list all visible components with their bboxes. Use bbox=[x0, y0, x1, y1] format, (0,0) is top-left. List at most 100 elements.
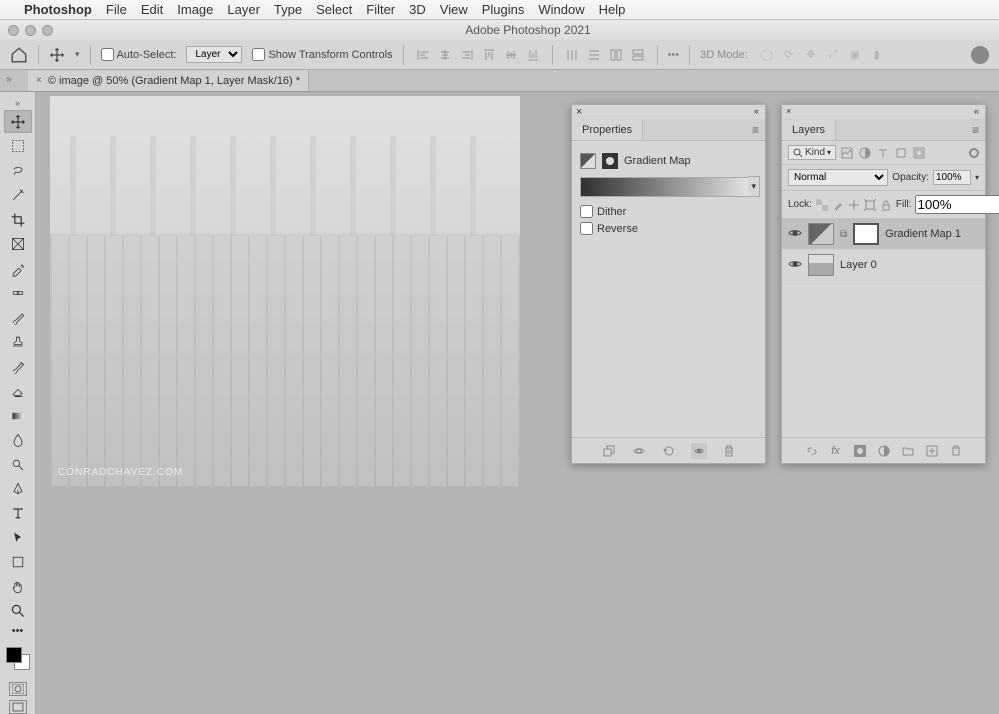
wand-tool[interactable] bbox=[4, 183, 32, 206]
panel-collapse-icon[interactable]: « bbox=[754, 106, 759, 116]
layer-name[interactable]: Gradient Map 1 bbox=[885, 228, 961, 240]
home-icon[interactable] bbox=[10, 46, 28, 64]
panel-collapse-icon[interactable]: « bbox=[974, 106, 979, 116]
eyedropper-tool[interactable] bbox=[4, 257, 32, 280]
link-layers-icon[interactable] bbox=[805, 444, 819, 458]
hand-tool[interactable] bbox=[4, 575, 32, 598]
toggle-visibility-icon[interactable] bbox=[691, 443, 707, 459]
reverse-input[interactable] bbox=[580, 222, 593, 235]
tabbar-expand-icon[interactable]: » bbox=[6, 70, 12, 85]
show-transform-checkbox[interactable]: Show Transform Controls bbox=[252, 48, 392, 61]
marquee-tool[interactable] bbox=[4, 134, 32, 157]
menu-view[interactable]: View bbox=[440, 2, 468, 17]
more-align-icon[interactable]: ••• bbox=[668, 49, 680, 61]
align-center-h-icon[interactable] bbox=[436, 46, 454, 64]
quickmask-icon[interactable] bbox=[9, 682, 27, 696]
layer-mask-icon[interactable] bbox=[602, 153, 618, 169]
fill-input[interactable] bbox=[915, 195, 999, 214]
align-bottom-icon[interactable] bbox=[524, 46, 542, 64]
menu-help[interactable]: Help bbox=[599, 2, 626, 17]
menu-window[interactable]: Window bbox=[538, 2, 584, 17]
properties-tab[interactable]: Properties bbox=[572, 120, 643, 140]
edit-toolbar-icon[interactable]: ••• bbox=[4, 624, 32, 638]
crop-tool[interactable] bbox=[4, 208, 32, 231]
layer-row[interactable]: Layer 0 bbox=[782, 250, 985, 281]
opacity-input[interactable] bbox=[933, 170, 971, 185]
menu-layer[interactable]: Layer bbox=[227, 2, 260, 17]
toolbox-collapse-icon[interactable]: » bbox=[15, 96, 20, 110]
lock-transparency-icon[interactable] bbox=[816, 199, 828, 211]
menu-filter[interactable]: Filter bbox=[366, 2, 395, 17]
blur-tool[interactable] bbox=[4, 428, 32, 451]
zoom-tool[interactable] bbox=[4, 600, 32, 623]
shape-tool[interactable] bbox=[4, 551, 32, 574]
opacity-dropdown-icon[interactable]: ▾ bbox=[975, 173, 979, 182]
dither-checkbox[interactable]: Dither bbox=[580, 205, 757, 218]
menu-image[interactable]: Image bbox=[177, 2, 213, 17]
3d-pan-icon[interactable]: ✥ bbox=[802, 46, 820, 64]
reverse-checkbox[interactable]: Reverse bbox=[580, 222, 757, 235]
canvas-area[interactable]: CONRADCHAVEZ.COM × « Properties ≡ Gradie… bbox=[36, 92, 999, 714]
lasso-tool[interactable] bbox=[4, 159, 32, 182]
distribute-h-icon[interactable] bbox=[563, 46, 581, 64]
align-middle-icon[interactable] bbox=[502, 46, 520, 64]
stamp-tool[interactable] bbox=[4, 330, 32, 353]
blend-mode-select[interactable]: Normal bbox=[788, 169, 888, 186]
panel-close-icon[interactable]: × bbox=[576, 106, 582, 118]
panel-close-icon[interactable]: × bbox=[786, 106, 791, 116]
filter-type-icon[interactable] bbox=[876, 146, 890, 160]
filter-adjustment-icon[interactable] bbox=[858, 146, 872, 160]
3d-camera-icon[interactable]: ▮ bbox=[868, 46, 886, 64]
layer-row[interactable]: ⧉ Gradient Map 1 bbox=[782, 219, 985, 250]
layers-tab[interactable]: Layers bbox=[782, 120, 836, 140]
3d-roll-icon[interactable]: ⟳ bbox=[780, 46, 798, 64]
document-canvas[interactable]: CONRADCHAVEZ.COM bbox=[50, 96, 520, 486]
lock-artboard-icon[interactable] bbox=[864, 199, 876, 211]
align-left-icon[interactable] bbox=[414, 46, 432, 64]
new-adjustment-icon[interactable] bbox=[877, 444, 891, 458]
distribute-3-icon[interactable] bbox=[607, 46, 625, 64]
delete-layer-icon[interactable] bbox=[949, 444, 963, 458]
dither-input[interactable] bbox=[580, 205, 593, 218]
path-select-tool[interactable] bbox=[4, 526, 32, 549]
pen-tool[interactable] bbox=[4, 477, 32, 500]
lock-position-icon[interactable] bbox=[848, 199, 860, 211]
add-mask-icon[interactable] bbox=[853, 444, 867, 458]
new-layer-icon[interactable] bbox=[925, 444, 939, 458]
menu-type[interactable]: Type bbox=[274, 2, 302, 17]
move-tool[interactable] bbox=[4, 110, 32, 133]
mask-thumb-icon[interactable] bbox=[853, 223, 879, 245]
foreground-color-swatch[interactable] bbox=[6, 647, 22, 663]
filter-shape-icon[interactable] bbox=[894, 146, 908, 160]
gradient-tool[interactable] bbox=[4, 404, 32, 427]
close-tab-icon[interactable]: × bbox=[36, 75, 42, 86]
color-swatches[interactable] bbox=[6, 647, 30, 670]
delete-adjustment-icon[interactable] bbox=[721, 443, 737, 459]
auto-select-input[interactable] bbox=[101, 48, 114, 61]
layer-fx-icon[interactable]: fx bbox=[829, 444, 843, 458]
new-group-icon[interactable] bbox=[901, 444, 915, 458]
filter-kind-dropdown[interactable]: Kind ▾ bbox=[788, 145, 836, 160]
panel-menu-icon[interactable]: ≡ bbox=[972, 123, 979, 137]
gradient-preview[interactable] bbox=[580, 177, 757, 197]
account-icon[interactable] bbox=[971, 46, 989, 64]
tool-preset-dropdown-icon[interactable]: ▾ bbox=[75, 49, 80, 60]
menu-3d[interactable]: 3D bbox=[409, 2, 426, 17]
3d-orbit-icon[interactable]: ◯ bbox=[758, 46, 776, 64]
layer-thumb-icon[interactable] bbox=[808, 254, 834, 276]
3d-zoom-icon[interactable]: ▣ bbox=[846, 46, 864, 64]
view-previous-icon[interactable] bbox=[631, 443, 647, 459]
window-zoom-button[interactable] bbox=[42, 25, 53, 36]
window-minimize-button[interactable] bbox=[25, 25, 36, 36]
visibility-icon[interactable] bbox=[788, 226, 802, 243]
layer-name[interactable]: Layer 0 bbox=[840, 259, 877, 271]
dodge-tool[interactable] bbox=[4, 453, 32, 476]
distribute-v-icon[interactable] bbox=[585, 46, 603, 64]
heal-tool[interactable] bbox=[4, 281, 32, 304]
filter-pixel-icon[interactable] bbox=[840, 146, 854, 160]
reset-icon[interactable] bbox=[661, 443, 677, 459]
menu-select[interactable]: Select bbox=[316, 2, 352, 17]
app-menu[interactable]: Photoshop bbox=[24, 2, 92, 17]
menu-plugins[interactable]: Plugins bbox=[482, 2, 525, 17]
screenmode-icon[interactable] bbox=[9, 700, 27, 714]
